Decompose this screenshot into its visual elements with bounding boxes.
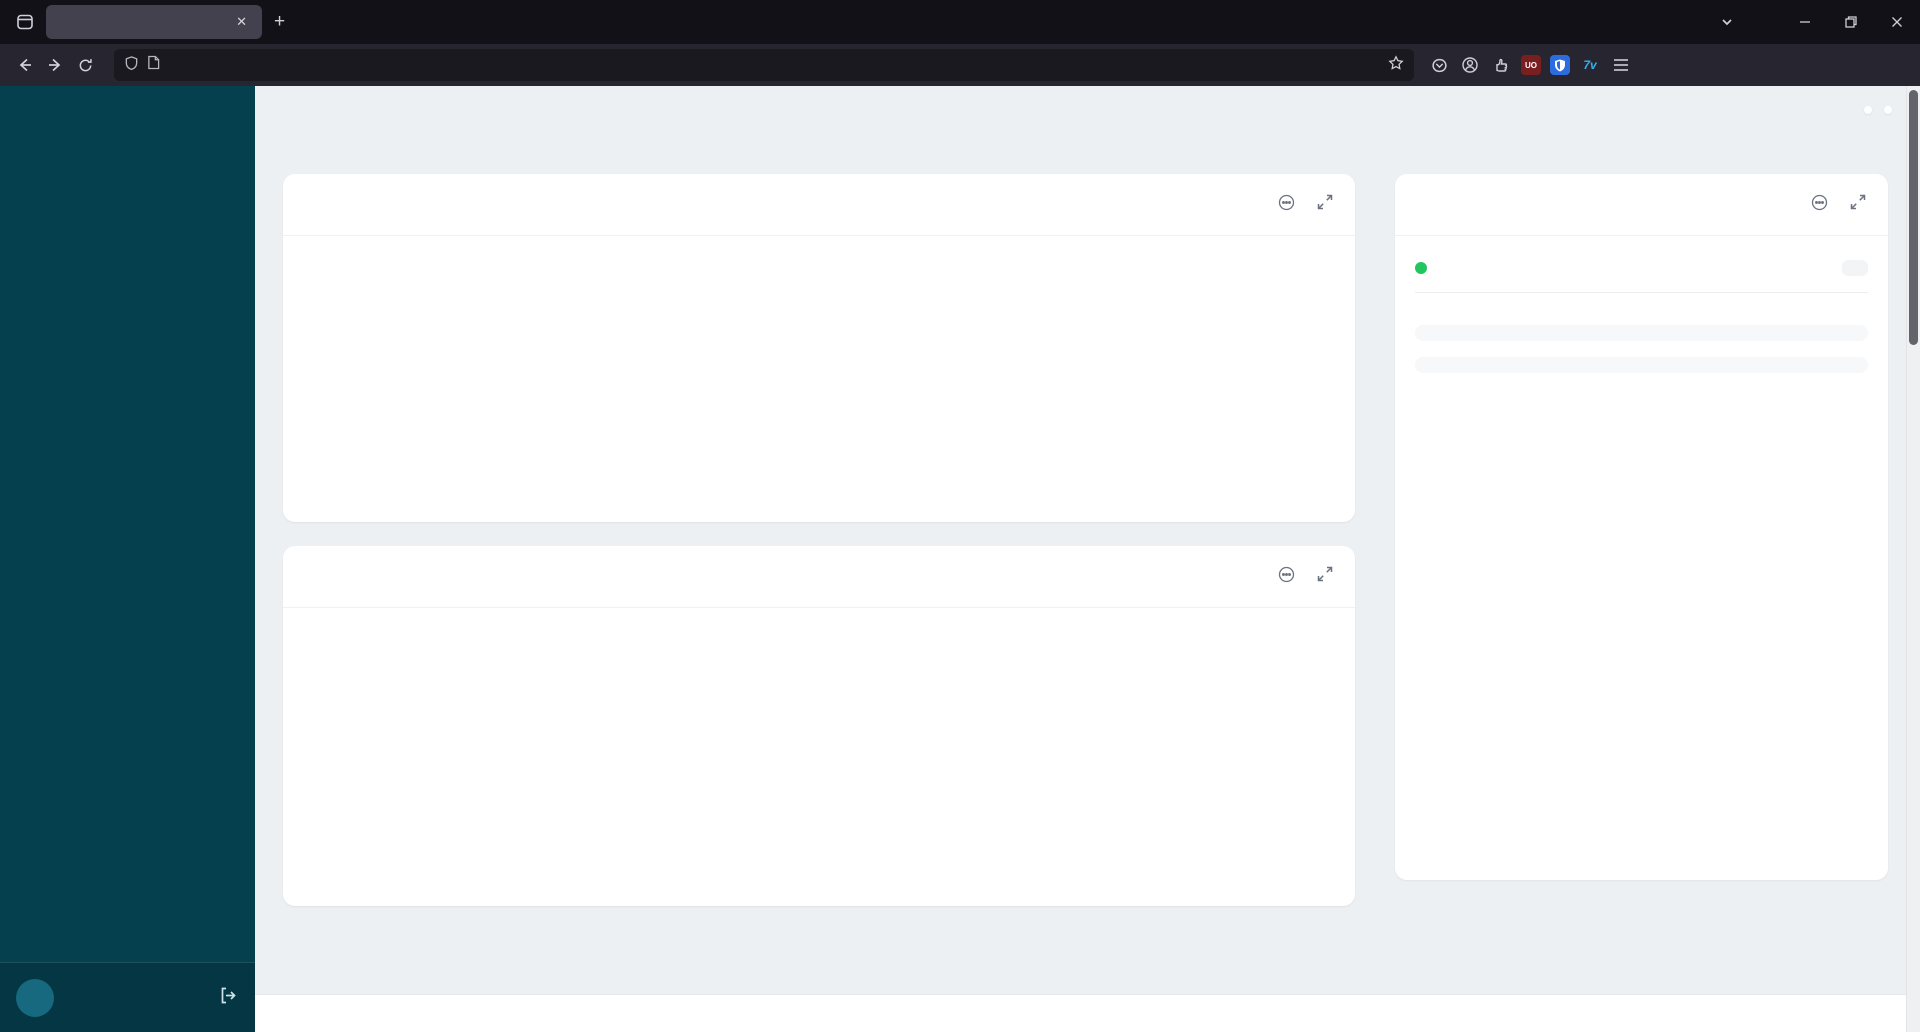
content-row bbox=[283, 174, 1892, 906]
header-button-groups bbox=[1864, 106, 1892, 114]
logout-icon[interactable] bbox=[218, 985, 239, 1011]
status-dot-icon bbox=[1415, 262, 1427, 274]
chart-more-options-icon[interactable] bbox=[1278, 566, 1295, 588]
co2-chart-plot[interactable] bbox=[283, 616, 1353, 874]
firefox-view-icon[interactable] bbox=[10, 7, 40, 37]
ublock-origin-icon[interactable]: UO bbox=[1521, 55, 1541, 75]
charts-column bbox=[283, 174, 1355, 906]
browser-toolbar: UO 7v bbox=[0, 44, 1920, 86]
sidebar bbox=[0, 86, 255, 1032]
reload-icon[interactable] bbox=[70, 50, 100, 80]
recent-updates-list bbox=[1415, 325, 1868, 341]
temperature-chart-plot[interactable] bbox=[283, 236, 1353, 468]
scrollbar-thumb[interactable] bbox=[1909, 90, 1918, 345]
app-frame bbox=[0, 86, 1920, 1032]
show-alerts-button[interactable] bbox=[1842, 260, 1868, 276]
chart-expand-icon[interactable] bbox=[1317, 194, 1333, 216]
extension-thumb-icon[interactable] bbox=[1490, 54, 1512, 76]
bitwarden-icon[interactable] bbox=[1550, 55, 1570, 75]
menu-hamburger-icon[interactable] bbox=[1610, 54, 1632, 76]
chart-more-options-icon[interactable] bbox=[1278, 194, 1295, 216]
temperature-chart-card bbox=[283, 174, 1355, 522]
connection-status-row bbox=[1415, 250, 1868, 293]
list-tabs-chevron-icon[interactable] bbox=[1720, 15, 1734, 29]
tab-close-icon[interactable]: ✕ bbox=[231, 12, 252, 32]
url-bar[interactable] bbox=[114, 49, 1414, 81]
seventv-icon[interactable]: 7v bbox=[1579, 54, 1601, 76]
brand-title bbox=[0, 86, 255, 142]
panel-more-options-icon[interactable] bbox=[1811, 194, 1828, 216]
forward-icon[interactable] bbox=[40, 50, 70, 80]
user-meta bbox=[66, 997, 206, 999]
user-strip bbox=[0, 962, 255, 1032]
realtime-panel bbox=[1395, 174, 1888, 880]
window-minimize-button[interactable] bbox=[1782, 0, 1828, 44]
bookmark-star-icon[interactable] bbox=[1388, 54, 1404, 76]
realtime-header bbox=[1395, 174, 1888, 236]
time-range-group bbox=[1864, 106, 1872, 114]
browser-tab[interactable]: ✕ bbox=[46, 5, 262, 39]
account-icon[interactable] bbox=[1459, 54, 1481, 76]
page-info-icon[interactable] bbox=[147, 55, 160, 75]
new-tab-button[interactable]: + bbox=[262, 9, 297, 35]
temperature-chart-header bbox=[283, 174, 1355, 236]
panel-expand-icon[interactable] bbox=[1850, 194, 1866, 216]
tracking-protection-shield-icon[interactable] bbox=[124, 55, 139, 76]
co2-chart-card bbox=[283, 546, 1355, 906]
back-icon[interactable] bbox=[10, 50, 40, 80]
page-footer bbox=[255, 994, 1920, 1032]
chart-expand-icon[interactable] bbox=[1317, 566, 1333, 588]
pocket-icon[interactable] bbox=[1428, 54, 1450, 76]
main-header bbox=[283, 106, 1892, 114]
browser-tab-bar: ✕ + bbox=[0, 0, 1920, 44]
avatar bbox=[16, 978, 54, 1017]
extensions-row: UO 7v bbox=[1428, 54, 1632, 76]
region-group bbox=[1884, 106, 1892, 114]
co2-chart-header bbox=[283, 546, 1355, 608]
screen: ✕ + UO 7v bbox=[0, 0, 1920, 1032]
window-restore-button[interactable] bbox=[1828, 0, 1874, 44]
window-close-button[interactable] bbox=[1874, 0, 1920, 44]
main-area bbox=[255, 86, 1920, 1032]
data-sources-list bbox=[1415, 357, 1868, 373]
page-scrollbar[interactable] bbox=[1906, 86, 1920, 1032]
